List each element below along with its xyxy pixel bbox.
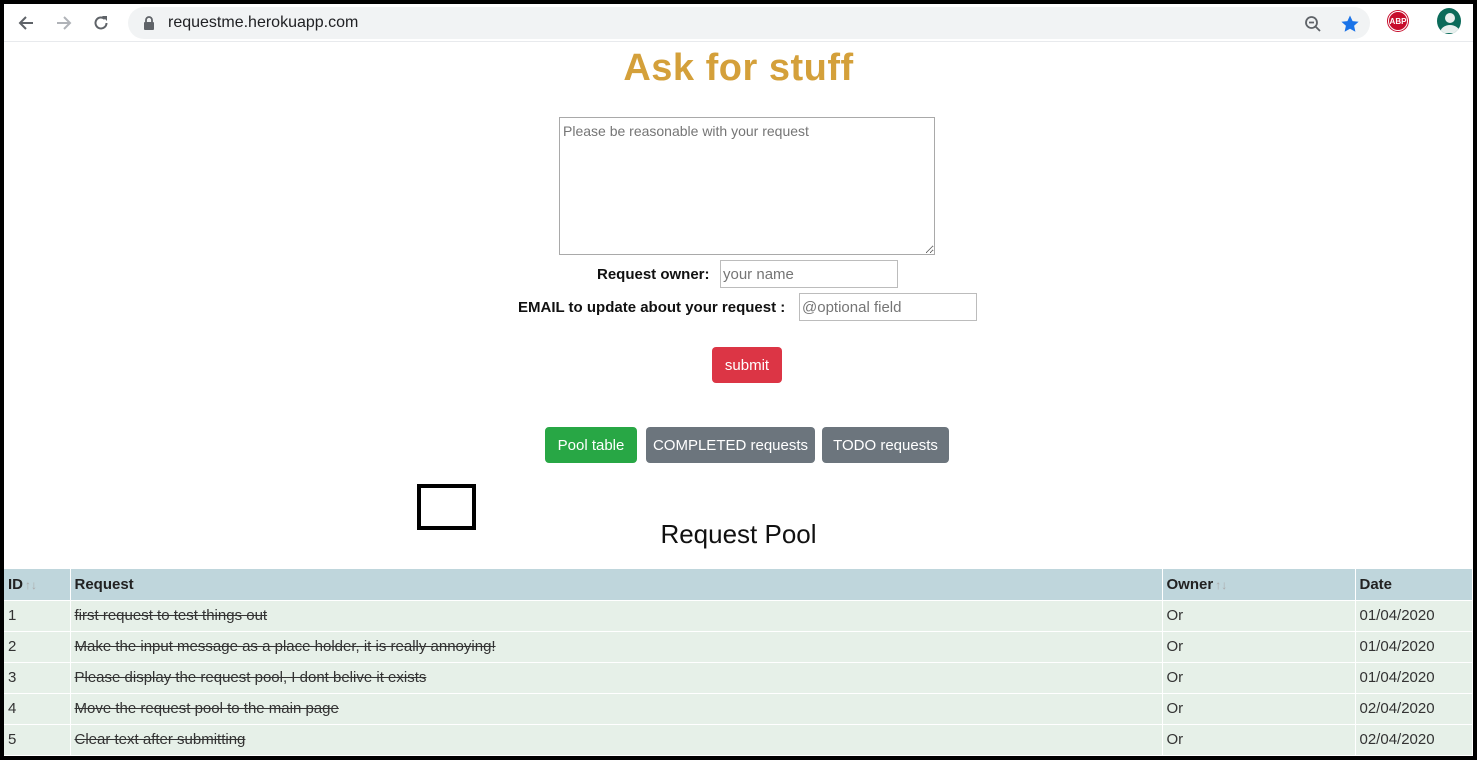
reload-icon[interactable] <box>87 9 115 37</box>
column-header-owner[interactable]: Owner ↑↓ <box>1162 569 1356 600</box>
tab-pool-table[interactable]: Pool table <box>545 427 637 463</box>
cell-owner: Or <box>1162 630 1356 662</box>
cell-owner: Or <box>1162 599 1356 631</box>
cell-date: 01/04/2020 <box>1355 661 1473 693</box>
cell-date: 01/04/2020 <box>1355 599 1473 631</box>
tab-todo-requests[interactable]: TODO requests <box>822 427 949 463</box>
zoom-icon[interactable] <box>1301 12 1325 36</box>
page-title: Ask for stuff <box>623 47 854 89</box>
forward-icon[interactable] <box>50 9 78 37</box>
adblock-extension-icon[interactable]: ABP <box>1386 9 1410 33</box>
cell-id: 2 <box>4 630 71 662</box>
table-header-row: ID ↑↓ Request Owner ↑↓ Date <box>4 569 1473 600</box>
cell-owner: Or <box>1162 661 1356 693</box>
column-header-request: Request <box>70 569 1163 600</box>
cell-owner: Or <box>1162 692 1356 724</box>
cell-request: Move the request pool to the main page <box>70 692 1163 724</box>
request-pool-table: ID ↑↓ Request Owner ↑↓ Date 1 first reques… <box>4 569 1473 755</box>
owner-name-input[interactable] <box>720 260 898 288</box>
bookmark-star-icon[interactable] <box>1338 12 1362 36</box>
sort-icon[interactable]: ↑↓ <box>1215 578 1227 592</box>
owner-label: Request owner: <box>597 266 710 283</box>
sort-icon[interactable]: ↑↓ <box>25 578 37 592</box>
cell-request: Please display the request pool, I dont … <box>70 661 1163 693</box>
submit-button[interactable]: submit <box>712 347 782 383</box>
email-label: EMAIL to update about your request : <box>518 299 786 316</box>
url-text: requestme.herokuapp.com <box>168 14 359 31</box>
cell-date: 01/04/2020 <box>1355 630 1473 662</box>
address-bar[interactable]: requestme.herokuapp.com <box>128 7 1370 39</box>
cell-request: Clear text after submitting <box>70 723 1163 755</box>
column-header-date: Date <box>1355 569 1473 600</box>
table-row: 1 first request to test things out Or 01… <box>4 599 1473 631</box>
cell-id: 1 <box>4 599 71 631</box>
table-row: 5 Clear text after submitting Or 02/04/2… <box>4 723 1473 755</box>
tab-completed-requests[interactable]: COMPLETED requests <box>646 427 815 463</box>
table-row: 3 Please display the request pool, I don… <box>4 661 1473 693</box>
cell-request: first request to test things out <box>70 599 1163 631</box>
cell-id: 3 <box>4 661 71 693</box>
email-input[interactable] <box>799 293 977 321</box>
back-icon[interactable] <box>12 9 40 37</box>
table-row: 2 Make the input message as a place hold… <box>4 630 1473 662</box>
cell-owner: Or <box>1162 723 1356 755</box>
cell-id: 4 <box>4 692 71 724</box>
lock-icon <box>143 16 155 35</box>
request-pool-heading: Request Pool <box>660 519 817 549</box>
table-row: 4 Move the request pool to the main page… <box>4 692 1473 724</box>
browser-toolbar: requestme.herokuapp.com ABP <box>4 4 1473 42</box>
profile-avatar[interactable] <box>1437 8 1461 34</box>
cell-date: 02/04/2020 <box>1355 723 1473 755</box>
request-textarea[interactable] <box>559 117 935 255</box>
cell-date: 02/04/2020 <box>1355 692 1473 724</box>
column-header-id[interactable]: ID ↑↓ <box>4 569 71 600</box>
browser-window: requestme.herokuapp.com ABP Ask for stuf… <box>4 4 1473 756</box>
cell-request: Make the input message as a place holder… <box>70 630 1163 662</box>
cell-id: 5 <box>4 723 71 755</box>
